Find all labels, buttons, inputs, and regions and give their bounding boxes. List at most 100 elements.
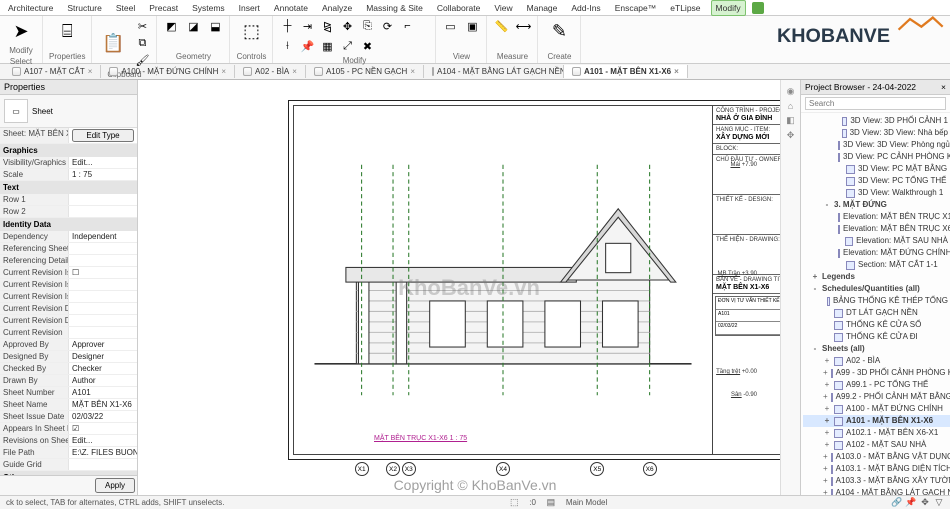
hide-button[interactable]: ▭ (442, 18, 458, 34)
tree-item[interactable]: 3D View: PC TỔNG THỂ (803, 175, 950, 187)
property-row[interactable]: Referencing Detail (0, 255, 137, 267)
expand-toggle-icon[interactable]: + (823, 475, 828, 487)
tree-item[interactable]: Elevation: MẶT BÊN TRỤC X1-X6 (803, 211, 950, 223)
property-row[interactable]: Revisions on SheetEdit... (0, 435, 137, 447)
elevation-viewport[interactable]: X1X2X3X4X5X6Mái +7.90MB Trần +3.90Tầng t… (304, 136, 702, 424)
property-row[interactable]: Sheet Issue Date02/03/22 (0, 411, 137, 423)
override-button[interactable]: ▣ (464, 18, 480, 34)
tree-item[interactable]: BẢNG THỐNG KÊ THÉP TỔNG (803, 295, 950, 307)
tab-modify[interactable]: Modify (711, 0, 746, 16)
tree-item[interactable]: +A104 - MẶT BẰNG LÁT GẠCH NỀN (803, 487, 950, 495)
home-icon[interactable]: ⌂ (788, 101, 793, 111)
property-row[interactable]: Current Revision Issued☐ (0, 267, 137, 279)
edit-type-button[interactable]: Edit Type (72, 129, 134, 142)
tree-item[interactable]: Section: MẶT CẮT 1-1 (803, 259, 950, 271)
dimension-button[interactable]: ⟷ (515, 18, 531, 34)
property-row[interactable]: Referencing Sheet (0, 243, 137, 255)
tab-item[interactable]: Massing & Site (362, 1, 427, 15)
property-row[interactable]: File PathE:\Z. FILES BUON BAN\NH… (0, 447, 137, 459)
property-row[interactable]: Row 2 (0, 206, 137, 218)
navwheel-icon[interactable]: ◉ (787, 86, 795, 97)
property-row[interactable]: Approved ByApprover (0, 339, 137, 351)
property-row[interactable]: Drawn ByAuthor (0, 375, 137, 387)
tree-item[interactable]: +A02 - BÌA (803, 355, 950, 367)
properties-body[interactable]: GraphicsVisibility/Graphics Overrid…Edit… (0, 144, 137, 475)
tab-item[interactable]: Structure (63, 1, 106, 15)
tree-item[interactable]: THỐNG KÊ CỬA SỔ (803, 319, 950, 331)
pan-icon[interactable]: ✥ (787, 130, 795, 141)
measure-button[interactable]: 📏 (493, 18, 509, 34)
close-tab-icon[interactable]: × (221, 67, 226, 76)
tree-item[interactable]: +A99.2 - PHỐI CẢNH MẶT BẰNG (803, 391, 950, 403)
close-icon[interactable]: × (941, 82, 946, 92)
browser-search-input[interactable] (805, 97, 946, 110)
copy-button[interactable]: ⧉ (134, 35, 150, 51)
expand-toggle-icon[interactable]: + (823, 355, 831, 367)
tree-category[interactable]: -3. MẶT ĐỨNG (803, 199, 950, 211)
tree-category[interactable]: -Sheets (all) (803, 343, 950, 355)
move-button[interactable]: ✥ (339, 18, 355, 34)
tab-item[interactable]: Enscape™ (611, 1, 661, 15)
property-row[interactable]: Current Revision Issued To (0, 291, 137, 303)
view-tab[interactable]: A107 - MẶT CẮT× (4, 65, 101, 78)
tree-item[interactable]: 3D View: PC MẶT BẰNG (803, 163, 950, 175)
tree-item[interactable]: +A103.3 - MẶT BẰNG XÂY TƯỜNG TẦNG 1 (803, 475, 950, 487)
property-row[interactable]: Appears In Sheet List☑ (0, 423, 137, 435)
property-row[interactable]: Current Revision (0, 327, 137, 339)
properties-button[interactable]: ⌸ (49, 18, 85, 44)
select-pinned-icon[interactable]: 📌 (906, 498, 916, 508)
tree-item[interactable]: Elevation: MẶT ĐỨNG CHÍNH (803, 247, 950, 259)
expand-toggle-icon[interactable]: - (811, 283, 819, 295)
rotate-button[interactable]: ⟳ (379, 18, 395, 34)
filter-icon[interactable]: ▽ (934, 498, 944, 508)
close-tab-icon[interactable]: × (88, 67, 93, 76)
tab-item[interactable]: Collaborate (433, 1, 484, 15)
expand-toggle-icon[interactable]: + (823, 463, 828, 475)
tree-category[interactable]: +Legends (803, 271, 950, 283)
close-tab-icon[interactable]: × (674, 67, 679, 76)
view-tab[interactable]: A100 - MẶT ĐỨNG CHÍNH× (101, 65, 235, 78)
tab-item[interactable]: Insert (235, 1, 264, 15)
property-row[interactable]: Visibility/Graphics Overrid…Edit... (0, 157, 137, 169)
expand-toggle-icon[interactable]: + (823, 367, 828, 379)
property-row[interactable]: Scale1 : 75 (0, 169, 137, 181)
split-button[interactable]: ⟊ (279, 38, 295, 54)
cut-button[interactable]: ✂ (134, 18, 150, 34)
expand-toggle-icon[interactable]: + (823, 451, 828, 463)
tab-item[interactable]: Steel (112, 1, 139, 15)
close-tab-icon[interactable]: × (410, 67, 415, 76)
property-row[interactable]: Current Revision Date (0, 303, 137, 315)
expand-toggle-icon[interactable]: + (823, 379, 831, 391)
create-button[interactable]: ✎ (544, 18, 574, 44)
tree-item[interactable]: +A101 - MẶT BÊN X1-X6 (803, 415, 950, 427)
align-button[interactable]: ┼ (279, 18, 295, 34)
view-tab[interactable]: A105 - PC NỀN GẠCH× (306, 65, 424, 78)
activate-button[interactable]: ⬚ (236, 18, 266, 44)
tree-item[interactable]: +A103.0 - MẶT BẰNG VẬT DỤNG (803, 451, 950, 463)
tab-item[interactable]: Manage (523, 1, 562, 15)
trim-button[interactable]: ⌐ (399, 18, 415, 34)
expand-toggle-icon[interactable]: + (823, 487, 828, 495)
link-icon[interactable]: 🔗 (892, 498, 902, 508)
tab-item[interactable]: Add-Ins (567, 1, 604, 15)
tab-item[interactable]: View (490, 1, 516, 15)
tree-item[interactable]: 3D View: Walkthrough 1 (803, 187, 950, 199)
pin-button[interactable]: 📌 (299, 38, 315, 54)
browser-tree[interactable]: 3D View: 3D PHỐI CẢNH 13D View: 3D View:… (801, 113, 950, 495)
tree-item[interactable]: 3D View: PC CẢNH PHÒNG KHÁCH (803, 151, 950, 163)
drawing-canvas[interactable]: CÔNG TRÌNH - PROJECT:NHÀ Ở GIA ĐÌNH HẠNG… (138, 80, 800, 495)
tree-item[interactable]: DT LÁT GẠCH NỀN (803, 307, 950, 319)
tree-item[interactable]: +A102.1 - MẶT BÊN X6-X1 (803, 427, 950, 439)
paste-button[interactable]: 📋 (98, 30, 128, 56)
expand-toggle-icon[interactable]: - (811, 343, 819, 355)
tree-item[interactable]: THỐNG KÊ CỬA ĐI (803, 331, 950, 343)
property-row[interactable]: Sheet NameMẶT BÊN X1-X6 (0, 399, 137, 411)
delete-button[interactable]: ✖ (359, 38, 375, 54)
property-row[interactable]: Current Revision Descripti… (0, 315, 137, 327)
tree-item[interactable]: Elevation: MẶT SAU NHÀ (803, 235, 950, 247)
view-tab[interactable]: A104 - MẶT BẰNG LÁT GẠCH NỀN× (424, 65, 564, 78)
tab-item[interactable]: Precast (145, 1, 182, 15)
tree-item[interactable]: +A100 - MẶT ĐỨNG CHÍNH (803, 403, 950, 415)
expand-toggle-icon[interactable]: + (823, 391, 828, 403)
scale-button[interactable]: ⤢ (339, 38, 355, 54)
